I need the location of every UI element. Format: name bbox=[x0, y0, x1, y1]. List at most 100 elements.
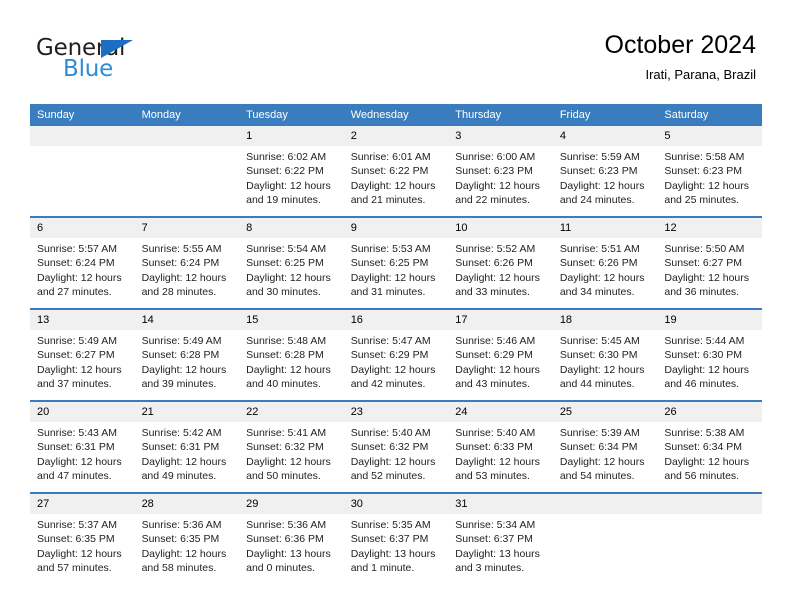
day-detail-line: and 3 minutes. bbox=[455, 562, 525, 575]
calendar-day-cell[interactable]: 30 Sunrise: 5:35 AM Sunset: 6:37 PM Dayligh… bbox=[343, 492, 449, 584]
calendar-day-cell[interactable]: 26 Sunrise: 5:38 AM Sunset: 6:34 PM Dayligh… bbox=[657, 400, 762, 493]
day-detail-line: and 49 minutes. bbox=[141, 470, 217, 483]
calendar-cell-inner: 28 Sunrise: 5:36 AM Sunset: 6:35 PM Dayligh… bbox=[134, 494, 240, 584]
day-detail-line: Daylight: 12 hours bbox=[37, 547, 122, 560]
calendar-day-cell[interactable]: 1 Sunrise: 6:02 AM Sunset: 6:22 PM Daylight… bbox=[239, 126, 344, 217]
day-detail-line: Sunrise: 6:02 AM bbox=[246, 151, 327, 163]
calendar-day-cell[interactable]: 10 Sunrise: 5:52 AM Sunset: 6:26 PM Dayligh… bbox=[448, 216, 553, 309]
day-detail-line: Sunset: 6:27 PM bbox=[664, 257, 743, 270]
day-detail-line: Sunset: 6:31 PM bbox=[37, 441, 115, 454]
general-blue-logo[interactable]: General Blue bbox=[36, 36, 166, 82]
day-detail-line: Sunset: 6:37 PM bbox=[350, 533, 429, 546]
day-sun-details: Sunrise: 5:57 AM Sunset: 6:24 PM Daylight:… bbox=[30, 238, 135, 300]
calendar-day-cell[interactable]: 22 Sunrise: 5:41 AM Sunset: 6:32 PM Dayligh… bbox=[239, 400, 344, 493]
calendar-day-cell[interactable]: 6 Sunrise: 5:57 AM Sunset: 6:24 PM Daylight… bbox=[30, 216, 135, 309]
calendar-day-cell[interactable]: 2 Sunrise: 6:01 AM Sunset: 6:22 PM Daylight… bbox=[343, 126, 449, 217]
calendar-day-cell[interactable]: 24 Sunrise: 5:40 AM Sunset: 6:33 PM Dayligh… bbox=[448, 400, 553, 493]
calendar-day-cell[interactable]: 15 Sunrise: 5:48 AM Sunset: 6:28 PM Dayligh… bbox=[239, 308, 344, 401]
day-sun-details: Sunrise: 5:51 AM Sunset: 6:26 PM Daylight:… bbox=[553, 238, 658, 300]
calendar-cell-inner: 2 Sunrise: 6:01 AM Sunset: 6:22 PM Daylight… bbox=[343, 126, 449, 216]
calendar-day-cell[interactable]: 21 Sunrise: 5:42 AM Sunset: 6:31 PM Dayligh… bbox=[134, 400, 240, 493]
day-number: 16 bbox=[343, 310, 449, 330]
calendar-day-cell[interactable]: 7 Sunrise: 5:55 AM Sunset: 6:24 PM Daylight… bbox=[134, 216, 240, 309]
calendar-day-cell[interactable]: 31 Sunrise: 5:34 AM Sunset: 6:37 PM Dayligh… bbox=[448, 492, 553, 584]
day-detail-line: and 22 minutes. bbox=[455, 194, 530, 207]
day-sun-details: Sunrise: 6:02 AM Sunset: 6:22 PM Daylight:… bbox=[239, 146, 344, 208]
day-detail-line: Sunrise: 5:36 AM bbox=[141, 519, 222, 531]
calendar-day-cell[interactable]: 29 Sunrise: 5:36 AM Sunset: 6:36 PM Dayligh… bbox=[239, 492, 344, 584]
day-detail-line: and 43 minutes. bbox=[455, 378, 530, 391]
day-detail-line: Sunrise: 5:58 AM bbox=[664, 151, 745, 163]
calendar-day-cell[interactable]: 13 Sunrise: 5:49 AM Sunset: 6:27 PM Dayligh… bbox=[30, 308, 135, 401]
day-number: 19 bbox=[657, 310, 762, 330]
calendar-cell-empty bbox=[30, 126, 135, 217]
weekday-header-saturday: Saturday bbox=[657, 104, 762, 126]
day-detail-line: Daylight: 12 hours bbox=[455, 271, 540, 284]
calendar-day-cell[interactable]: 27 Sunrise: 5:37 AM Sunset: 6:35 PM Dayligh… bbox=[30, 492, 135, 584]
calendar-day-cell[interactable]: 20 Sunrise: 5:43 AM Sunset: 6:31 PM Dayligh… bbox=[30, 400, 135, 493]
day-number: 13 bbox=[30, 310, 135, 330]
calendar-day-cell[interactable]: 23 Sunrise: 5:40 AM Sunset: 6:32 PM Dayligh… bbox=[343, 400, 449, 493]
calendar-day-cell[interactable]: 28 Sunrise: 5:36 AM Sunset: 6:35 PM Dayligh… bbox=[134, 492, 240, 584]
calendar-day-cell[interactable]: 14 Sunrise: 5:49 AM Sunset: 6:28 PM Dayligh… bbox=[134, 308, 240, 401]
day-detail-line: and 19 minutes. bbox=[246, 194, 321, 207]
weekday-header-sunday: Sunday bbox=[30, 104, 135, 126]
calendar-cell-inner: 18 Sunrise: 5:45 AM Sunset: 6:30 PM Dayligh… bbox=[552, 310, 658, 400]
calendar-cell-inner: 16 Sunrise: 5:47 AM Sunset: 6:29 PM Dayligh… bbox=[343, 310, 449, 400]
calendar-day-cell[interactable]: 17 Sunrise: 5:46 AM Sunset: 6:29 PM Dayligh… bbox=[448, 308, 553, 401]
calendar-day-cell[interactable]: 25 Sunrise: 5:39 AM Sunset: 6:34 PM Dayligh… bbox=[552, 400, 658, 493]
day-detail-line: Sunrise: 5:37 AM bbox=[37, 519, 117, 531]
day-sun-details: Sunrise: 5:43 AM Sunset: 6:31 PM Daylight:… bbox=[30, 422, 135, 484]
day-sun-details: Sunrise: 5:48 AM Sunset: 6:28 PM Daylight:… bbox=[239, 330, 344, 392]
day-detail-line: Sunset: 6:23 PM bbox=[559, 165, 638, 178]
day-detail-line: Sunrise: 5:38 AM bbox=[664, 427, 745, 439]
day-detail-line: Daylight: 12 hours bbox=[246, 455, 331, 468]
calendar-day-cell[interactable]: 11 Sunrise: 5:51 AM Sunset: 6:26 PM Dayligh… bbox=[552, 216, 658, 309]
calendar-day-cell[interactable]: 8 Sunrise: 5:54 AM Sunset: 6:25 PM Daylight… bbox=[239, 216, 344, 309]
calendar-cell-inner: 11 Sunrise: 5:51 AM Sunset: 6:26 PM Dayligh… bbox=[552, 218, 658, 308]
day-number: 27 bbox=[30, 494, 135, 514]
day-number: 29 bbox=[239, 494, 344, 514]
day-detail-line: Daylight: 12 hours bbox=[559, 455, 645, 468]
calendar-page: General Blue October 2024 Irati, Parana,… bbox=[0, 0, 792, 612]
calendar-week-row: 13 Sunrise: 5:49 AM Sunset: 6:27 PM Dayligh… bbox=[30, 308, 762, 401]
day-sun-details: Sunrise: 6:00 AM Sunset: 6:23 PM Daylight:… bbox=[448, 146, 553, 208]
day-number: 12 bbox=[657, 218, 762, 238]
day-sun-details: Sunrise: 5:44 AM Sunset: 6:30 PM Daylight:… bbox=[657, 330, 762, 392]
calendar-day-cell[interactable]: 19 Sunrise: 5:44 AM Sunset: 6:30 PM Dayligh… bbox=[657, 308, 762, 401]
day-detail-line: Sunrise: 5:34 AM bbox=[455, 519, 536, 531]
day-detail-line: Sunset: 6:32 PM bbox=[350, 441, 429, 454]
weekday-header-tuesday: Tuesday bbox=[239, 104, 344, 126]
day-detail-line: Sunset: 6:34 PM bbox=[664, 441, 743, 454]
day-detail-line: Sunset: 6:22 PM bbox=[350, 165, 429, 178]
calendar-cell-inner: 4 Sunrise: 5:59 AM Sunset: 6:23 PM Daylight… bbox=[552, 126, 658, 216]
calendar-cell-inner: 10 Sunrise: 5:52 AM Sunset: 6:26 PM Dayligh… bbox=[448, 218, 553, 308]
day-number: 20 bbox=[30, 402, 135, 422]
calendar-day-cell[interactable]: 3 Sunrise: 6:00 AM Sunset: 6:23 PM Daylight… bbox=[448, 126, 553, 217]
day-detail-line: Sunrise: 6:00 AM bbox=[455, 151, 536, 163]
day-number: 1 bbox=[239, 126, 344, 146]
weekday-header-wednesday: Wednesday bbox=[343, 104, 449, 126]
calendar-cell-inner: 19 Sunrise: 5:44 AM Sunset: 6:30 PM Dayligh… bbox=[657, 310, 762, 400]
calendar-day-cell[interactable]: 5 Sunrise: 5:58 AM Sunset: 6:23 PM Daylight… bbox=[657, 126, 762, 217]
day-detail-line: Daylight: 12 hours bbox=[141, 455, 227, 468]
day-number: 10 bbox=[448, 218, 553, 238]
day-sun-details: Sunrise: 5:42 AM Sunset: 6:31 PM Daylight:… bbox=[135, 422, 240, 484]
day-detail-line: Sunrise: 5:43 AM bbox=[37, 427, 117, 439]
calendar-day-cell[interactable]: 4 Sunrise: 5:59 AM Sunset: 6:23 PM Daylight… bbox=[552, 126, 658, 217]
calendar-day-cell[interactable]: 16 Sunrise: 5:47 AM Sunset: 6:29 PM Dayligh… bbox=[343, 308, 449, 401]
page-title: October 2024 bbox=[604, 31, 757, 59]
calendar-day-cell[interactable]: 9 Sunrise: 5:53 AM Sunset: 6:25 PM Daylight… bbox=[343, 216, 449, 309]
day-detail-line: Sunset: 6:28 PM bbox=[246, 349, 324, 362]
day-sun-details: Sunrise: 5:46 AM Sunset: 6:29 PM Daylight:… bbox=[448, 330, 553, 392]
day-sun-details: Sunrise: 5:36 AM Sunset: 6:36 PM Daylight:… bbox=[239, 514, 344, 576]
calendar-day-cell[interactable]: 18 Sunrise: 5:45 AM Sunset: 6:30 PM Dayligh… bbox=[552, 308, 658, 401]
day-detail-line: Sunset: 6:29 PM bbox=[455, 349, 533, 362]
day-number: 11 bbox=[552, 218, 658, 238]
calendar-day-cell[interactable]: 12 Sunrise: 5:50 AM Sunset: 6:27 PM Dayligh… bbox=[657, 216, 762, 309]
day-detail-line: Sunset: 6:27 PM bbox=[37, 349, 115, 362]
day-detail-line: and 50 minutes. bbox=[246, 470, 321, 483]
day-number: 30 bbox=[343, 494, 449, 514]
day-detail-line: Daylight: 12 hours bbox=[664, 271, 750, 284]
day-sun-details: Sunrise: 5:39 AM Sunset: 6:34 PM Daylight:… bbox=[553, 422, 658, 484]
